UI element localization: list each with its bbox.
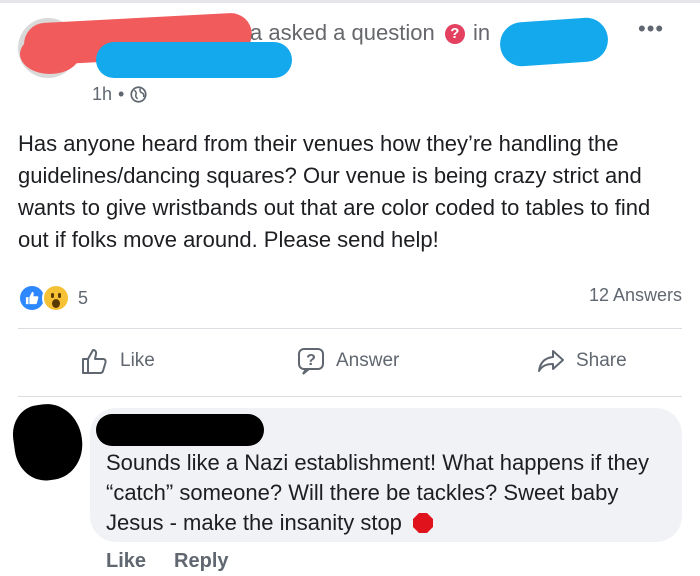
redaction-mark: [96, 42, 292, 78]
top-border: [0, 0, 700, 3]
like-button[interactable]: Like: [80, 346, 155, 376]
thumbs-up-icon: [82, 349, 107, 374]
comment-actions: Like Reply: [106, 550, 229, 573]
answer-label: Answer: [336, 350, 400, 371]
share-label: Share: [576, 350, 627, 371]
asked-question-text: a asked a question: [250, 20, 435, 45]
post-timestamp[interactable]: 1h: [92, 84, 112, 105]
like-label: Like: [120, 350, 155, 371]
more-options-icon[interactable]: •••: [638, 16, 664, 42]
share-button[interactable]: Share: [536, 346, 627, 376]
comment-reply-button[interactable]: Reply: [174, 550, 228, 573]
commenter-avatar[interactable]: [9, 399, 87, 485]
globe-icon: [130, 86, 147, 103]
comment-text: Sounds like a Nazi establishment! What h…: [106, 450, 649, 535]
answer-button[interactable]: ? Answer: [296, 346, 399, 376]
post-body-text: Has anyone heard from their venues how t…: [18, 131, 651, 252]
in-label: in: [472, 20, 491, 45]
reactions-summary[interactable]: 5: [18, 284, 88, 312]
reaction-count: 5: [78, 287, 89, 308]
redaction-mark: [548, 24, 606, 60]
question-glyph: ?: [306, 352, 316, 369]
divider: [18, 396, 682, 397]
post-meta: 1h •: [92, 84, 147, 105]
post-header-line: a asked a question ? in: [250, 20, 490, 46]
comment-text-block: Sounds like a Nazi establishment! What h…: [106, 448, 666, 538]
wow-reaction-icon: [42, 284, 70, 312]
share-arrow-icon: [538, 350, 564, 372]
comment-like-button[interactable]: Like: [106, 550, 146, 573]
stop-sign-icon: [413, 513, 434, 533]
divider: [18, 328, 682, 329]
question-mark-icon: ?: [444, 24, 465, 44]
question-bubble-icon: ?: [298, 348, 324, 375]
answers-count[interactable]: 12 Answers: [589, 285, 682, 306]
meta-separator: •: [118, 84, 125, 104]
commenter-name-redaction[interactable]: [96, 414, 264, 446]
